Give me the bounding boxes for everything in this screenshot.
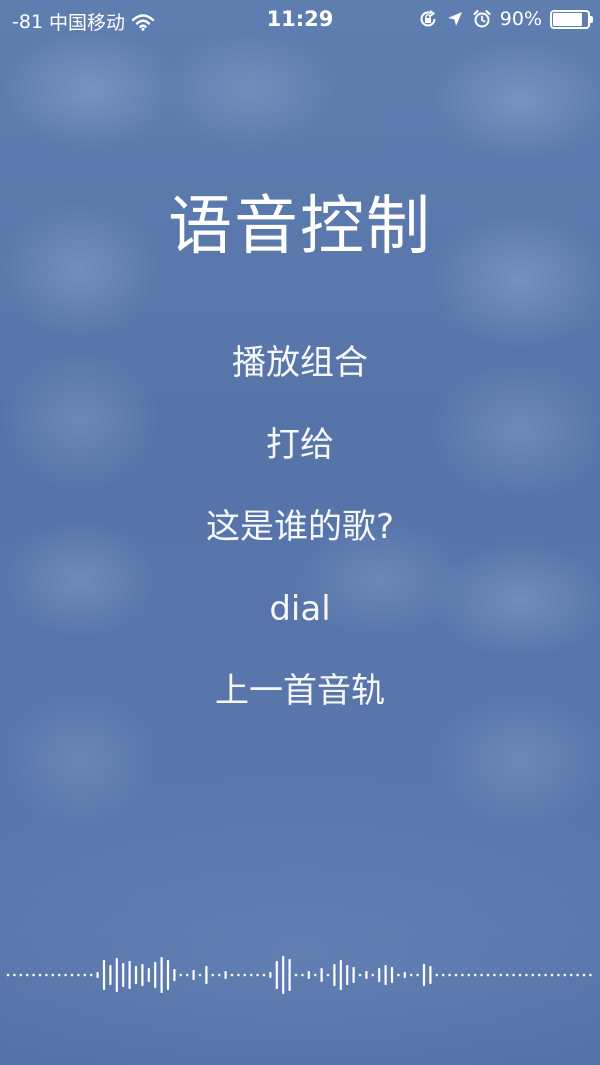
waveform-dot bbox=[70, 973, 74, 977]
waveform-dot bbox=[397, 973, 400, 977]
waveform-dot bbox=[230, 973, 234, 977]
voice-command-suggestion: dial bbox=[269, 589, 331, 629]
waveform-dot bbox=[461, 973, 464, 977]
battery-icon bbox=[550, 9, 593, 29]
waveform-dot bbox=[301, 973, 304, 977]
waveform-dot bbox=[499, 973, 503, 977]
waveform-dot bbox=[512, 973, 515, 977]
waveform-dot bbox=[262, 973, 266, 977]
status-right: 90% bbox=[418, 8, 593, 30]
location-arrow-icon bbox=[446, 10, 464, 28]
voice-command-suggestion: 上一首音轨 bbox=[215, 671, 385, 711]
waveform-dot bbox=[493, 973, 496, 977]
voice-command-suggestion: 打给 bbox=[266, 425, 334, 465]
waveform-dot bbox=[256, 973, 259, 977]
waveform-dot bbox=[57, 973, 61, 977]
waveform-dot bbox=[89, 973, 93, 977]
waveform-dot bbox=[294, 973, 298, 977]
waveform-dot bbox=[45, 973, 48, 977]
waveform-dot bbox=[358, 973, 362, 977]
waveform-dot bbox=[371, 973, 375, 977]
wifi-icon bbox=[131, 13, 155, 31]
rotation-lock-icon bbox=[418, 9, 438, 29]
waveform-dot bbox=[19, 973, 23, 977]
waveform-dot bbox=[550, 973, 554, 977]
waveform-dot bbox=[582, 973, 586, 977]
waveform-dot bbox=[13, 973, 16, 977]
waveform-dot bbox=[416, 973, 419, 977]
waveform-dot bbox=[569, 973, 573, 977]
waveform-dot bbox=[217, 973, 221, 977]
waveform-dot bbox=[6, 973, 10, 977]
status-time: 11:29 bbox=[266, 7, 334, 31]
waveform-dot bbox=[544, 973, 547, 977]
waveform-dot bbox=[243, 973, 247, 977]
voice-command-suggestions: 播放组合打给这是谁的歌? dial 上一首音轨 bbox=[0, 338, 600, 748]
waveform-dot bbox=[448, 973, 451, 977]
status-left: -81 中国移动 bbox=[12, 8, 155, 35]
waveform-dot bbox=[525, 973, 528, 977]
alarm-icon bbox=[472, 9, 492, 29]
status-bar: -81 中国移动 11:29 90% bbox=[0, 0, 600, 40]
waveform-dot bbox=[576, 973, 579, 977]
voice-command-suggestion: 这是谁的歌? bbox=[205, 507, 395, 547]
waveform-dot bbox=[25, 973, 29, 977]
waveform-dot bbox=[185, 973, 189, 977]
carrier-name: 中国移动 bbox=[49, 12, 126, 34]
voice-control-title: 语音控制 bbox=[168, 190, 432, 264]
battery-fill bbox=[553, 12, 582, 26]
waveform-dot bbox=[467, 973, 471, 977]
waveform-dot bbox=[409, 973, 413, 977]
waveform-dot bbox=[435, 973, 439, 977]
waveform-dot bbox=[211, 973, 215, 977]
waveform-dot bbox=[51, 973, 55, 977]
waveform-dot bbox=[326, 973, 330, 977]
audio-waveform bbox=[6, 955, 592, 995]
waveform-dot bbox=[249, 973, 253, 977]
battery-percentage: 90% bbox=[499, 8, 542, 30]
waveform-dot bbox=[518, 973, 522, 977]
waveform-dot bbox=[589, 973, 592, 977]
waveform-dot bbox=[64, 973, 67, 977]
waveform-dot bbox=[198, 973, 202, 977]
waveform-dot bbox=[32, 973, 35, 977]
waveform-dot bbox=[505, 973, 509, 977]
waveform-dot bbox=[77, 973, 80, 977]
waveform-dot bbox=[441, 973, 445, 977]
waveform-dot bbox=[486, 973, 490, 977]
waveform-dot bbox=[179, 973, 183, 977]
waveform-dot bbox=[537, 973, 541, 977]
signal-strength: -81 bbox=[12, 10, 44, 33]
waveform-dot bbox=[557, 973, 560, 977]
waveform-dot bbox=[531, 973, 535, 977]
waveform-dot bbox=[473, 973, 477, 977]
waveform-dot bbox=[38, 973, 42, 977]
waveform-dot bbox=[454, 973, 458, 977]
waveform-dot bbox=[313, 973, 317, 977]
waveform-dot bbox=[83, 973, 87, 977]
waveform-dot bbox=[563, 973, 567, 977]
waveform-dot bbox=[480, 973, 483, 977]
waveform-dot bbox=[237, 973, 240, 977]
voice-command-suggestion: 播放组合 bbox=[232, 343, 368, 383]
